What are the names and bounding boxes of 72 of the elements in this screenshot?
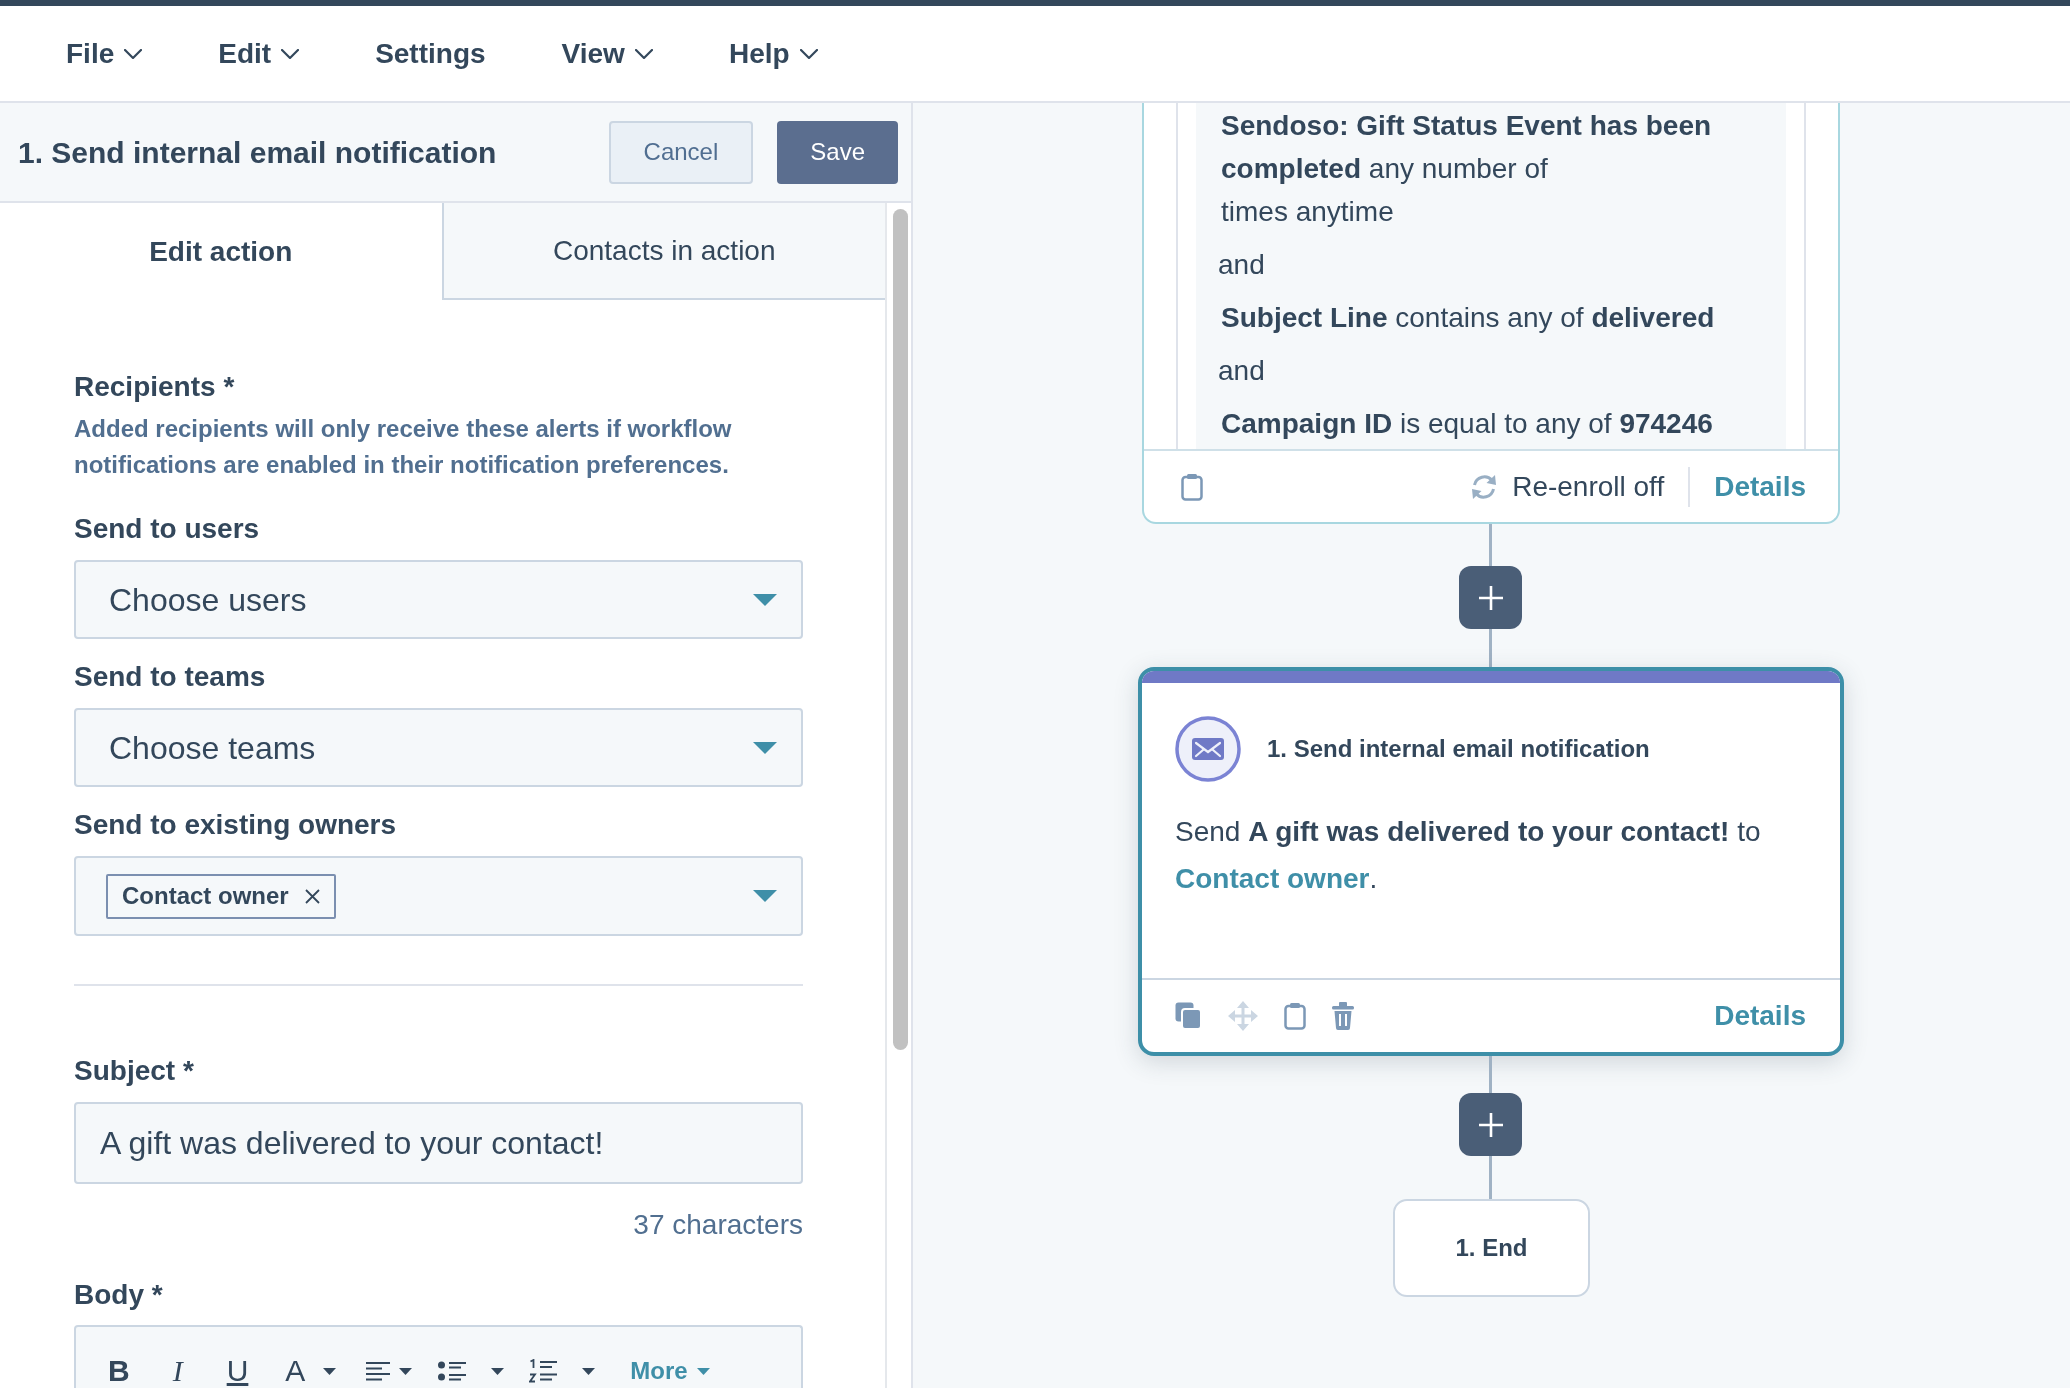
action-summary: Send A gift was delivered to your contact! to Contact owner. [1174, 815, 1762, 896]
condition-text: times anytime [1221, 195, 1395, 229]
menu-item[interactable]: File [66, 39, 143, 68]
character-count: 37 characters [632, 1208, 803, 1242]
underline-button[interactable]: U [226, 1355, 249, 1387]
caret-down-icon [753, 890, 777, 902]
chevron-down-icon [634, 48, 653, 59]
menu-item[interactable]: Help [728, 39, 818, 68]
reenroll-button[interactable]: Re-enroll off [1470, 465, 1665, 508]
chevron-down-icon [799, 48, 818, 59]
field-label: Send to users [74, 512, 261, 546]
tag-field[interactable]: Contact owner [74, 856, 803, 936]
caret-down-icon [582, 1367, 596, 1375]
numbered-list-icon [529, 1359, 558, 1383]
plus-icon [1478, 1112, 1503, 1137]
caret-down-icon [753, 741, 777, 754]
field-label: Subject * [74, 1054, 195, 1088]
chevron-down-icon [124, 48, 143, 59]
help-text: Added recipients will only receive these alerts if workflow notifications are enabled in their notification preferences. [74, 414, 733, 480]
trash-icon[interactable] [1332, 1002, 1354, 1030]
copy-icon[interactable] [1175, 1002, 1202, 1030]
joiner-text: and [1218, 248, 1266, 282]
trigger-card[interactable]: Sendoso: Gift Status Event has been completed any number of times anytime and Subject Line contains any of delivered and Campaign ID is equal to any of 974246 Re-enroll off Details [1142, 103, 1840, 524]
owner-tag[interactable]: Contact owner [106, 873, 336, 919]
save-button[interactable]: Save [777, 120, 898, 184]
body-editor[interactable]: B I U A More [74, 1325, 803, 1388]
caret-down-icon [323, 1367, 337, 1375]
contact-owner-link[interactable]: Contact owner [1175, 863, 1370, 894]
clipboard-icon[interactable] [1181, 472, 1203, 501]
close-icon[interactable] [304, 888, 320, 904]
menu-item[interactable]: Edit [218, 39, 300, 68]
connector-line [1489, 1056, 1492, 1093]
connector-line [1489, 1156, 1492, 1199]
field-label: Body * [74, 1278, 164, 1312]
add-step-button[interactable] [1459, 1093, 1522, 1156]
text-color-button[interactable]: A [285, 1355, 337, 1387]
menu-item[interactable]: Settings [375, 39, 486, 68]
chevron-down-icon [281, 48, 300, 59]
caret-down-icon [696, 1367, 710, 1375]
refresh-icon [1470, 473, 1499, 500]
tab[interactable]: Contacts in action [441, 203, 885, 300]
clipboard-icon[interactable] [1284, 1002, 1306, 1030]
condition-text: Subject Line contains any of delivered [1221, 301, 1716, 335]
connector-line [1489, 629, 1492, 667]
bulleted-list-icon [438, 1360, 467, 1382]
align-left-icon [366, 1361, 391, 1381]
card-title: 1. Send internal email notification [1267, 734, 1650, 764]
panel-title: 1. Send internal email notification [18, 134, 497, 171]
dropdown-field[interactable]: Choose users [74, 560, 803, 639]
scrollbar-thumb[interactable] [893, 209, 908, 1050]
menu-item[interactable]: View [561, 39, 653, 68]
action-card[interactable]: 1. Send internal email notification Send A gift was delivered to your contact! to Contact owner. Details [1138, 667, 1844, 1056]
subject-field[interactable]: A gift was delivered to your contact! [74, 1102, 803, 1184]
email-icon [1175, 716, 1241, 782]
connector-line [1489, 524, 1492, 566]
joiner-text: and [1218, 354, 1266, 388]
caret-down-icon [753, 593, 777, 606]
field-label: Send to teams [74, 660, 267, 694]
italic-button[interactable]: I [172, 1355, 183, 1387]
caret-down-icon [491, 1367, 505, 1375]
cancel-button[interactable]: Cancel [608, 120, 754, 184]
details-link[interactable]: Details [1714, 465, 1806, 508]
bold-button[interactable]: B [108, 1355, 130, 1387]
caret-down-icon [399, 1367, 413, 1375]
plus-icon [1478, 585, 1503, 610]
condition-text: Campaign ID is equal to any of 974246 [1221, 407, 1714, 441]
details-link[interactable]: Details [1714, 995, 1806, 1037]
field-label: Recipients * [74, 370, 236, 404]
dropdown-field[interactable]: Choose teams [74, 708, 803, 787]
field-label: Send to existing owners [74, 808, 398, 842]
end-node[interactable]: 1. End [1393, 1199, 1590, 1297]
add-step-button[interactable] [1459, 566, 1522, 629]
